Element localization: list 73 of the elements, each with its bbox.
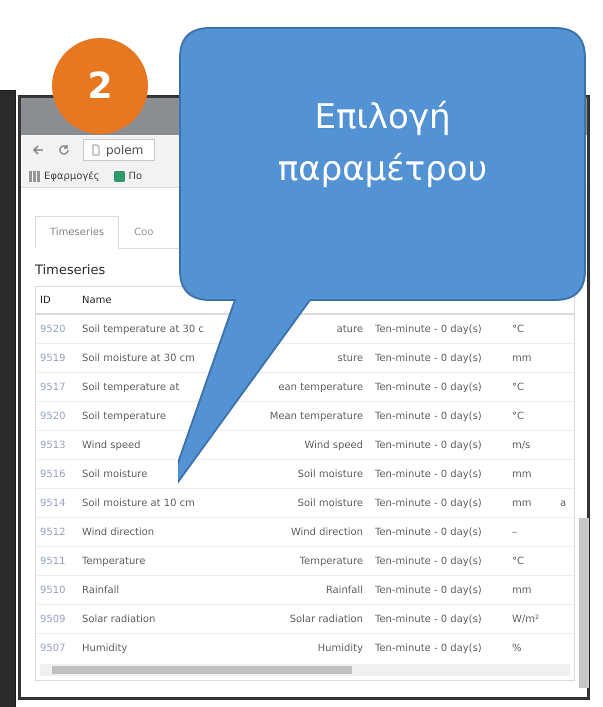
table-cell: Ten-minute - 0 day(s) [375,642,482,654]
table-cell: Ten-minute - 0 day(s) [375,498,482,508]
table-cell: °C [512,556,524,566]
table-cell: W/m² [512,614,540,624]
bookmark-link[interactable]: Εφαρμογές [44,170,100,182]
tab[interactable]: Timeseries [35,216,120,249]
tab[interactable]: Coo [119,216,168,249]
table-cell: % [512,642,522,654]
table-cell: m/s [512,440,530,450]
table-cell: Soil moisture [82,468,148,480]
id-link[interactable]: 9507 [40,642,66,654]
table-cell: Solar radiation [290,614,363,624]
table-cell: Rainfall [82,584,120,596]
table-cell: Ten-minute - 0 day(s) [375,440,482,450]
table-cell: ature [336,324,363,334]
bookmark-link[interactable]: Πο [128,170,142,182]
table-cell: sture [337,352,363,364]
table-cell: ean temperature [278,382,363,392]
callout-text: παραμέτρου [278,148,488,191]
id-link[interactable]: 9516 [40,468,66,480]
table-cell: Ten-minute - 0 day(s) [375,584,482,596]
table-cell: Humidity [82,642,128,654]
table-cell: Wind direction [290,526,363,538]
table-cell: – [512,526,517,538]
table-cell: °C [512,324,524,334]
id-link[interactable]: 9519 [40,352,66,364]
table-cell: Rainfall [326,584,363,596]
table-cell: °C [512,410,524,422]
id-link[interactable]: 9514 [40,498,66,508]
callout-text: Επιλογή [314,96,451,139]
id-link[interactable]: 9517 [40,382,66,392]
table-cell: Ten-minute - 0 day(s) [375,526,482,538]
table-cell: Ten-minute - 0 day(s) [375,468,482,480]
table-cell: Soil moisture [298,468,363,480]
table-cell: Soil temperature at [82,382,180,392]
table-cell: Ten-minute - 0 day(s) [375,556,482,566]
id-link[interactable]: 9512 [40,526,66,538]
id-link[interactable]: 9520 [40,324,66,334]
table-cell: Humidity [318,642,363,654]
table-cell: Temperature [82,556,146,566]
address-text: polem [106,143,144,157]
table-cell: a [560,498,566,508]
table-cell: Mean temperature [270,410,363,422]
section-heading: Timeseries [35,263,106,278]
table-cell: mm [512,352,532,364]
table-cell: Ten-minute - 0 day(s) [375,410,482,422]
table-cell: Wind speed [82,440,141,450]
table-cell: Soil moisture at 10 cm [82,498,195,508]
table-cell: Ten-minute - 0 day(s) [375,614,482,624]
table-cell: °C [512,382,524,392]
table-cell: mm [512,468,532,480]
id-link[interactable]: 9510 [40,584,66,596]
table-cell: Soil temperature at 30 c [82,324,204,334]
table-cell: Soil temperature [82,410,166,422]
column-header[interactable]: ID [40,294,51,306]
id-link[interactable]: 9511 [40,556,66,566]
table-cell: Solar radiation [82,614,156,624]
table-cell: Wind direction [82,526,154,538]
table-cell: mm [512,498,532,508]
id-link[interactable]: 9513 [40,440,66,450]
table-cell: Soil moisture [298,498,363,508]
table-cell: Ten-minute - 0 day(s) [375,352,482,364]
step-number-badge: 2 [52,38,148,134]
column-header[interactable]: Name [82,294,112,306]
id-link[interactable]: 9509 [40,614,66,624]
table-cell: Wind speed [304,440,363,450]
table-cell: Soil moisture at 30 cm [82,352,195,364]
id-link[interactable]: 9520 [40,410,66,422]
table-cell: Temperature [300,556,363,566]
table-cell: mm [512,584,532,596]
address-bar[interactable]: polem [83,139,155,161]
table-cell: Ten-minute - 0 day(s) [375,382,482,392]
table-cell: Ten-minute - 0 day(s) [375,324,482,334]
